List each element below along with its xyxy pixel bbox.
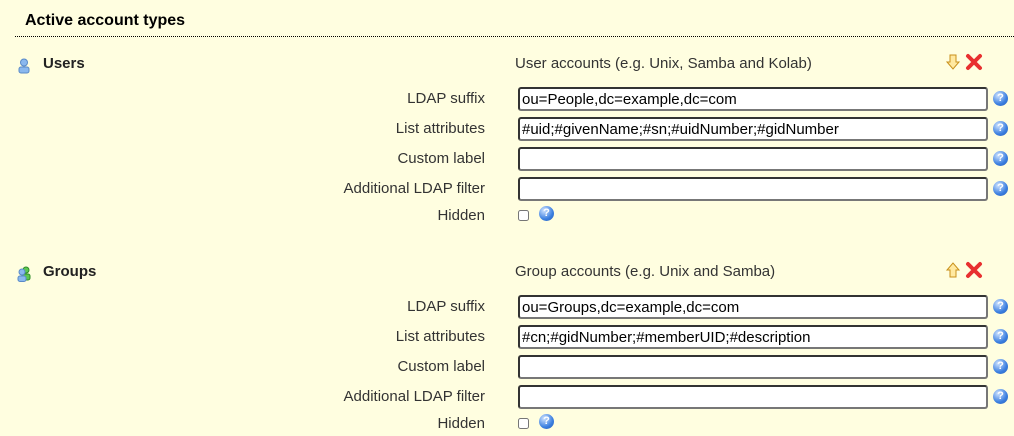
help-icon[interactable]: ?	[539, 414, 554, 429]
label: Hidden	[437, 415, 485, 432]
list-attributes-input[interactable]	[518, 325, 988, 349]
label: List attributes	[395, 328, 485, 345]
arrow-down-icon[interactable]	[944, 53, 962, 71]
label: Custom label	[397, 358, 485, 375]
section-name: Groups	[43, 263, 97, 280]
label: List attributes	[395, 120, 485, 137]
row-hidden: Hidden?	[0, 412, 1014, 436]
hidden-checkbox[interactable]	[518, 418, 529, 429]
help-icon[interactable]: ?	[993, 299, 1008, 314]
row-list-attributes: List attributes?	[0, 117, 1014, 141]
help-icon[interactable]: ?	[993, 121, 1008, 136]
help-icon[interactable]: ?	[993, 359, 1008, 374]
row-custom-label: Custom label?	[0, 147, 1014, 171]
help-icon[interactable]: ?	[993, 151, 1008, 166]
section-description: User accounts (e.g. Unix, Samba and Kola…	[515, 55, 812, 72]
filter-input[interactable]	[518, 177, 988, 201]
label: LDAP suffix	[407, 90, 485, 107]
row-hidden: Hidden?	[0, 204, 1014, 228]
row-custom-label: Custom label?	[0, 355, 1014, 379]
delete-icon[interactable]	[965, 261, 983, 279]
hidden-checkbox[interactable]	[518, 210, 529, 221]
custom-label-input[interactable]	[518, 147, 988, 171]
row-filter: Additional LDAP filter?	[0, 385, 1014, 409]
help-icon[interactable]: ?	[993, 181, 1008, 196]
help-icon[interactable]: ?	[993, 329, 1008, 344]
row-ldap-suffix: LDAP suffix?	[0, 87, 1014, 111]
delete-icon[interactable]	[965, 53, 983, 71]
label: LDAP suffix	[407, 298, 485, 315]
arrow-up-icon[interactable]	[944, 261, 962, 279]
help-icon[interactable]: ?	[539, 206, 554, 221]
label: Additional LDAP filter	[343, 180, 485, 197]
row-ldap-suffix: LDAP suffix?	[0, 295, 1014, 319]
ldap-suffix-input[interactable]	[518, 295, 988, 319]
section-description: Group accounts (e.g. Unix and Samba)	[515, 263, 776, 280]
custom-label-input[interactable]	[518, 355, 988, 379]
ldap-suffix-input[interactable]	[518, 87, 988, 111]
label: Hidden	[437, 207, 485, 224]
filter-input[interactable]	[518, 385, 988, 409]
label: Additional LDAP filter	[343, 388, 485, 405]
row-list-attributes: List attributes?	[0, 325, 1014, 349]
divider	[15, 36, 1014, 37]
row-filter: Additional LDAP filter?	[0, 177, 1014, 201]
label: Custom label	[397, 150, 485, 167]
list-attributes-input[interactable]	[518, 117, 988, 141]
group-icon	[17, 266, 31, 282]
page-title: Active account types	[25, 12, 186, 29]
section-name: Users	[43, 55, 85, 72]
help-icon[interactable]: ?	[993, 91, 1008, 106]
help-icon[interactable]: ?	[993, 389, 1008, 404]
user-icon	[18, 58, 30, 74]
